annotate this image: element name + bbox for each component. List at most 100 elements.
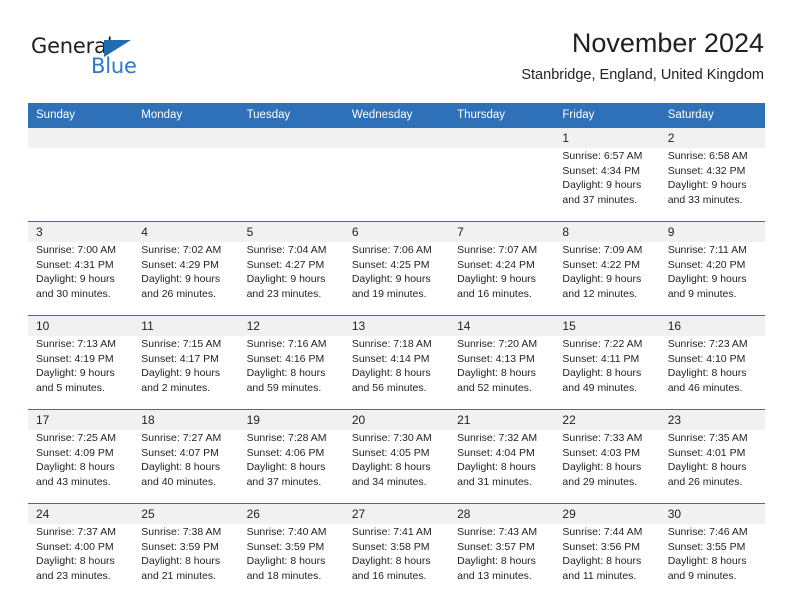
weekday-header-sunday: Sunday — [28, 103, 134, 127]
day-detail-line: Daylight: 8 hours — [246, 461, 326, 474]
day-cell-23[interactable]: Sunrise: 7:35 AM Sunset: 4:01 PM Daylight:… — [659, 430, 765, 503]
day-cell-22[interactable]: Sunrise: 7:33 AM Sunset: 4:03 PM Daylight:… — [554, 430, 660, 503]
day-cell-21[interactable]: Sunrise: 7:32 AM Sunset: 4:04 PM Daylight:… — [449, 430, 555, 503]
day-detail-line: Sunset: 4:22 PM — [562, 258, 641, 271]
day-cell-25[interactable]: Sunrise: 7:38 AM Sunset: 3:59 PM Daylight:… — [133, 524, 239, 597]
day-number-7[interactable]: 7 — [449, 222, 555, 242]
day-detail-line: and 18 minutes. — [246, 569, 322, 582]
day-number-2[interactable]: 2 — [659, 128, 765, 148]
day-cell-13[interactable]: Sunrise: 7:18 AM Sunset: 4:14 PM Daylight:… — [343, 336, 450, 409]
day-number-12[interactable]: 12 — [238, 316, 344, 336]
day-cell-27[interactable]: Sunrise: 7:41 AM Sunset: 3:58 PM Daylight:… — [343, 524, 450, 597]
day-detail-line: Sunset: 4:25 PM — [351, 258, 430, 271]
day-number-22[interactable]: 22 — [554, 410, 660, 430]
day-number-19[interactable]: 19 — [238, 410, 344, 430]
day-cell-15[interactable]: Sunrise: 7:22 AM Sunset: 4:11 PM Daylight:… — [554, 336, 660, 409]
day-cell-30[interactable]: Sunrise: 7:46 AM Sunset: 3:55 PM Daylight:… — [659, 524, 765, 597]
day-detail-line: Sunrise: 7:23 AM — [667, 338, 748, 350]
day-detail-row: Sunrise: 7:37 AM Sunset: 4:00 PM Daylight:… — [28, 524, 765, 597]
day-detail-line: Sunrise: 7:15 AM — [141, 338, 222, 350]
day-cell-3[interactable]: Sunrise: 7:00 AM Sunset: 4:31 PM Daylight:… — [28, 242, 134, 315]
day-number-20[interactable]: 20 — [343, 410, 450, 430]
day-number-11[interactable]: 11 — [133, 316, 239, 336]
day-cell-7[interactable]: Sunrise: 7:07 AM Sunset: 4:24 PM Daylight:… — [449, 242, 555, 315]
day-number-24[interactable]: 24 — [28, 504, 134, 524]
day-cell-11[interactable]: Sunrise: 7:15 AM Sunset: 4:17 PM Daylight:… — [133, 336, 239, 409]
day-cell-14[interactable]: Sunrise: 7:20 AM Sunset: 4:13 PM Daylight:… — [449, 336, 555, 409]
day-detail-line: Sunset: 4:13 PM — [457, 352, 535, 365]
day-detail-line: Daylight: 8 hours — [351, 461, 431, 474]
day-detail-line: and 46 minutes. — [667, 381, 743, 394]
day-number-6[interactable]: 6 — [343, 222, 450, 242]
day-number-3[interactable]: 3 — [28, 222, 134, 242]
day-cell-17[interactable]: Sunrise: 7:25 AM Sunset: 4:09 PM Daylight:… — [28, 430, 134, 503]
day-cell-8[interactable]: Sunrise: 7:09 AM Sunset: 4:22 PM Daylight:… — [554, 242, 660, 315]
day-cell-1[interactable]: Sunrise: 6:57 AM Sunset: 4:34 PM Daylight:… — [554, 148, 660, 221]
day-detail-line: and 56 minutes. — [351, 381, 427, 394]
day-number-18[interactable]: 18 — [133, 410, 239, 430]
day-detail-line: Sunrise: 7:04 AM — [246, 244, 327, 256]
day-number-28[interactable]: 28 — [449, 504, 555, 524]
day-detail-line: and 5 minutes. — [36, 381, 105, 394]
day-detail-line: Daylight: 8 hours — [351, 555, 431, 568]
day-detail-row: Sunrise: 7:00 AM Sunset: 4:31 PM Daylight:… — [28, 242, 765, 315]
day-cell-16[interactable]: Sunrise: 7:23 AM Sunset: 4:10 PM Daylight:… — [659, 336, 765, 409]
day-detail-line: and 19 minutes. — [351, 287, 427, 300]
day-cell-20[interactable]: Sunrise: 7:30 AM Sunset: 4:05 PM Daylight:… — [343, 430, 450, 503]
day-cell-4[interactable]: Sunrise: 7:02 AM Sunset: 4:29 PM Daylight:… — [133, 242, 239, 315]
day-number-30[interactable]: 30 — [659, 504, 765, 524]
day-detail-line: and 2 minutes. — [141, 381, 211, 394]
day-cell-10[interactable]: Sunrise: 7:13 AM Sunset: 4:19 PM Daylight:… — [28, 336, 134, 409]
day-number-empty — [28, 128, 134, 148]
day-detail-line: and 16 minutes. — [351, 569, 427, 582]
day-detail-line: Daylight: 8 hours — [562, 461, 642, 474]
day-cell-19[interactable]: Sunrise: 7:28 AM Sunset: 4:06 PM Daylight:… — [238, 430, 344, 503]
day-cell-9[interactable]: Sunrise: 7:11 AM Sunset: 4:20 PM Daylight:… — [659, 242, 765, 315]
day-detail-line: and 16 minutes. — [457, 287, 532, 300]
day-number-8[interactable]: 8 — [554, 222, 660, 242]
day-number-27[interactable]: 27 — [343, 504, 450, 524]
day-cell-24[interactable]: Sunrise: 7:37 AM Sunset: 4:00 PM Daylight:… — [28, 524, 134, 597]
day-cell-29[interactable]: Sunrise: 7:44 AM Sunset: 3:56 PM Daylight:… — [554, 524, 660, 597]
day-detail-line: and 13 minutes. — [457, 569, 532, 582]
day-number-empty — [449, 128, 555, 148]
day-number-4[interactable]: 4 — [133, 222, 239, 242]
day-detail-line: Daylight: 9 hours — [246, 273, 326, 286]
day-detail-line: Daylight: 8 hours — [246, 555, 326, 568]
day-number-10[interactable]: 10 — [28, 316, 134, 336]
day-cell-26[interactable]: Sunrise: 7:40 AM Sunset: 3:59 PM Daylight:… — [238, 524, 344, 597]
day-cell-12[interactable]: Sunrise: 7:16 AM Sunset: 4:16 PM Daylight:… — [238, 336, 344, 409]
day-number-1[interactable]: 1 — [554, 128, 660, 148]
day-detail-line: Sunset: 4:00 PM — [36, 540, 114, 553]
title-block: November 2024 Stanbridge, England, Unite… — [521, 26, 764, 86]
day-number-16[interactable]: 16 — [659, 316, 765, 336]
day-detail-row: Sunrise: 7:13 AM Sunset: 4:19 PM Daylight:… — [28, 336, 765, 409]
day-number-13[interactable]: 13 — [343, 316, 450, 336]
day-number-5[interactable]: 5 — [238, 222, 344, 242]
day-number-9[interactable]: 9 — [659, 222, 765, 242]
day-cell-28[interactable]: Sunrise: 7:43 AM Sunset: 3:57 PM Daylight:… — [449, 524, 555, 597]
day-detail-line: Sunset: 4:34 PM — [562, 164, 641, 177]
day-number-row: 17 18 19 20 21 22 23 — [28, 410, 765, 430]
day-cell-18[interactable]: Sunrise: 7:27 AM Sunset: 4:07 PM Daylight:… — [133, 430, 239, 503]
day-detail-line: Daylight: 8 hours — [36, 461, 115, 474]
calendar-header-row: Sunday Monday Tuesday Wednesday Thursday… — [28, 103, 765, 127]
day-number-row: 24 25 26 27 28 29 30 — [28, 504, 765, 524]
day-number-14[interactable]: 14 — [449, 316, 555, 336]
day-number-25[interactable]: 25 — [133, 504, 239, 524]
day-number-empty — [343, 128, 450, 148]
day-detail-line: Sunset: 4:09 PM — [36, 446, 114, 459]
day-detail-line: Sunrise: 6:58 AM — [667, 150, 748, 162]
day-detail-line: Sunset: 4:10 PM — [667, 352, 746, 365]
day-number-26[interactable]: 26 — [238, 504, 344, 524]
day-cell-empty — [449, 148, 555, 221]
day-number-15[interactable]: 15 — [554, 316, 660, 336]
day-detail-line: Sunset: 3:58 PM — [351, 540, 430, 553]
day-number-29[interactable]: 29 — [554, 504, 660, 524]
day-number-21[interactable]: 21 — [449, 410, 555, 430]
day-cell-2[interactable]: Sunrise: 6:58 AM Sunset: 4:32 PM Daylight:… — [659, 148, 765, 221]
day-cell-5[interactable]: Sunrise: 7:04 AM Sunset: 4:27 PM Daylight:… — [238, 242, 344, 315]
day-number-23[interactable]: 23 — [659, 410, 765, 430]
day-number-17[interactable]: 17 — [28, 410, 134, 430]
day-cell-6[interactable]: Sunrise: 7:06 AM Sunset: 4:25 PM Daylight:… — [343, 242, 450, 315]
